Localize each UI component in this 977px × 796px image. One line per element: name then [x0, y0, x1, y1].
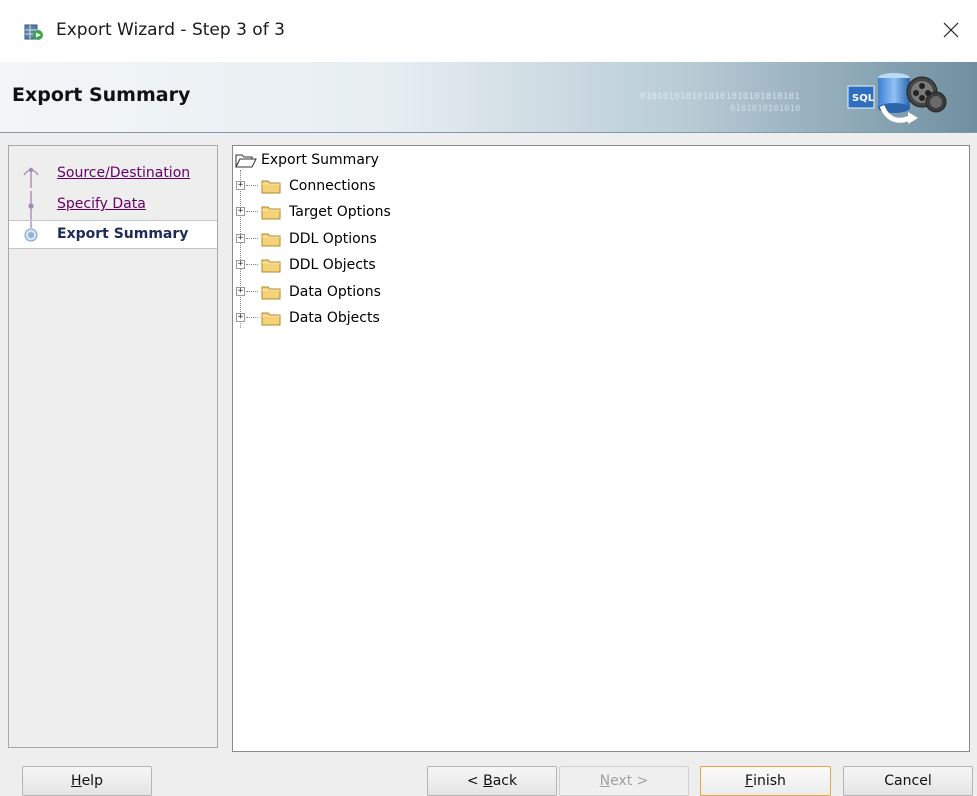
button-bar: Help < Back Next > Finish Cancel — [0, 756, 977, 796]
help-button[interactable]: Help — [22, 766, 152, 796]
back-button[interactable]: < Back — [427, 766, 557, 796]
back-label-rest: ack — [492, 773, 518, 789]
cancel-label: Cancel — [884, 773, 932, 789]
wizard-body: Source/Destination Specify Data Export S… — [0, 133, 977, 756]
expand-toggle[interactable]: + — [236, 181, 245, 190]
back-mnemonic: B — [483, 773, 493, 789]
header-title: Export Summary — [12, 84, 191, 106]
close-icon — [943, 22, 959, 38]
step-specify-data-label[interactable]: Specify Data — [57, 196, 146, 212]
step-export-summary[interactable]: Export Summary — [9, 220, 217, 249]
header-binary-pattern-2: 0101010101010 — [730, 104, 801, 114]
close-button[interactable] — [935, 14, 967, 46]
expand-toggle[interactable]: + — [236, 260, 245, 269]
cancel-button[interactable]: Cancel — [843, 766, 973, 796]
finish-button[interactable]: Finish — [700, 766, 831, 796]
title-bar: Export Wizard - Step 3 of 3 — [0, 0, 977, 62]
tree-node-ddl-objects[interactable]: + DDL Objects — [233, 255, 533, 275]
help-mnemonic: H — [71, 773, 82, 789]
back-prefix: < — [466, 773, 484, 789]
tree-node-connections[interactable]: + Connections — [233, 176, 533, 196]
open-folder-icon — [235, 154, 257, 168]
folder-icon — [261, 206, 281, 220]
expand-toggle[interactable]: + — [236, 207, 245, 216]
expand-toggle[interactable]: + — [236, 234, 245, 243]
tree-connector — [246, 317, 258, 318]
summary-tree[interactable]: Export Summary + Connections + Target Op… — [232, 145, 970, 752]
tree-connector — [246, 264, 258, 265]
export-wizard-icon — [24, 24, 43, 40]
step-source-destination[interactable]: Source/Destination — [9, 160, 217, 189]
expand-toggle[interactable]: + — [236, 313, 245, 322]
step-start-icon — [23, 167, 39, 188]
tree-connector — [246, 211, 258, 212]
expand-toggle[interactable]: + — [236, 287, 245, 296]
tree-node-target-options[interactable]: + Target Options — [233, 202, 533, 222]
step-connector-icon — [28, 191, 34, 220]
next-button[interactable]: Next > — [559, 766, 689, 796]
tree-node-label: Connections — [289, 178, 376, 194]
svg-text:SQL: SQL — [852, 93, 875, 104]
step-current-icon — [24, 221, 38, 242]
step-export-summary-label: Export Summary — [57, 226, 189, 242]
tree-node-label: DDL Options — [289, 231, 377, 247]
step-specify-data[interactable]: Specify Data — [9, 191, 217, 220]
wizard-steps-panel: Source/Destination Specify Data Export S… — [8, 145, 218, 748]
step-source-destination-label[interactable]: Source/Destination — [57, 165, 190, 181]
window-title: Export Wizard - Step 3 of 3 — [56, 20, 285, 40]
tree-node-label: Target Options — [289, 204, 391, 220]
folder-icon — [261, 259, 281, 273]
tree-node-ddl-options[interactable]: + DDL Options — [233, 229, 533, 249]
tree-connector — [246, 185, 258, 186]
tree-connector — [246, 291, 258, 292]
folder-icon — [261, 286, 281, 300]
help-label-rest: elp — [81, 773, 103, 789]
tree-node-label: DDL Objects — [289, 257, 376, 273]
tree-node-label: Data Objects — [289, 310, 380, 326]
finish-label-rest: inish — [753, 773, 786, 789]
header-binary-pattern: 0101010101010101010101010101 — [640, 92, 801, 102]
next-mnemonic: N — [599, 773, 611, 789]
folder-icon — [261, 312, 281, 326]
tree-root-label: Export Summary — [261, 152, 379, 168]
wizard-header: Export Summary 0101010101010101010101010… — [0, 62, 977, 133]
tree-connector — [246, 238, 258, 239]
tree-node-label: Data Options — [289, 284, 381, 300]
finish-mnemonic: F — [745, 773, 754, 789]
folder-icon — [261, 233, 281, 247]
next-label-rest: ext > — [610, 773, 649, 789]
folder-icon — [261, 180, 281, 194]
tree-node-data-options[interactable]: + Data Options — [233, 282, 533, 302]
tree-node-data-objects[interactable]: + Data Objects — [233, 308, 533, 328]
sql-export-logo-icon: SQL — [847, 73, 947, 124]
